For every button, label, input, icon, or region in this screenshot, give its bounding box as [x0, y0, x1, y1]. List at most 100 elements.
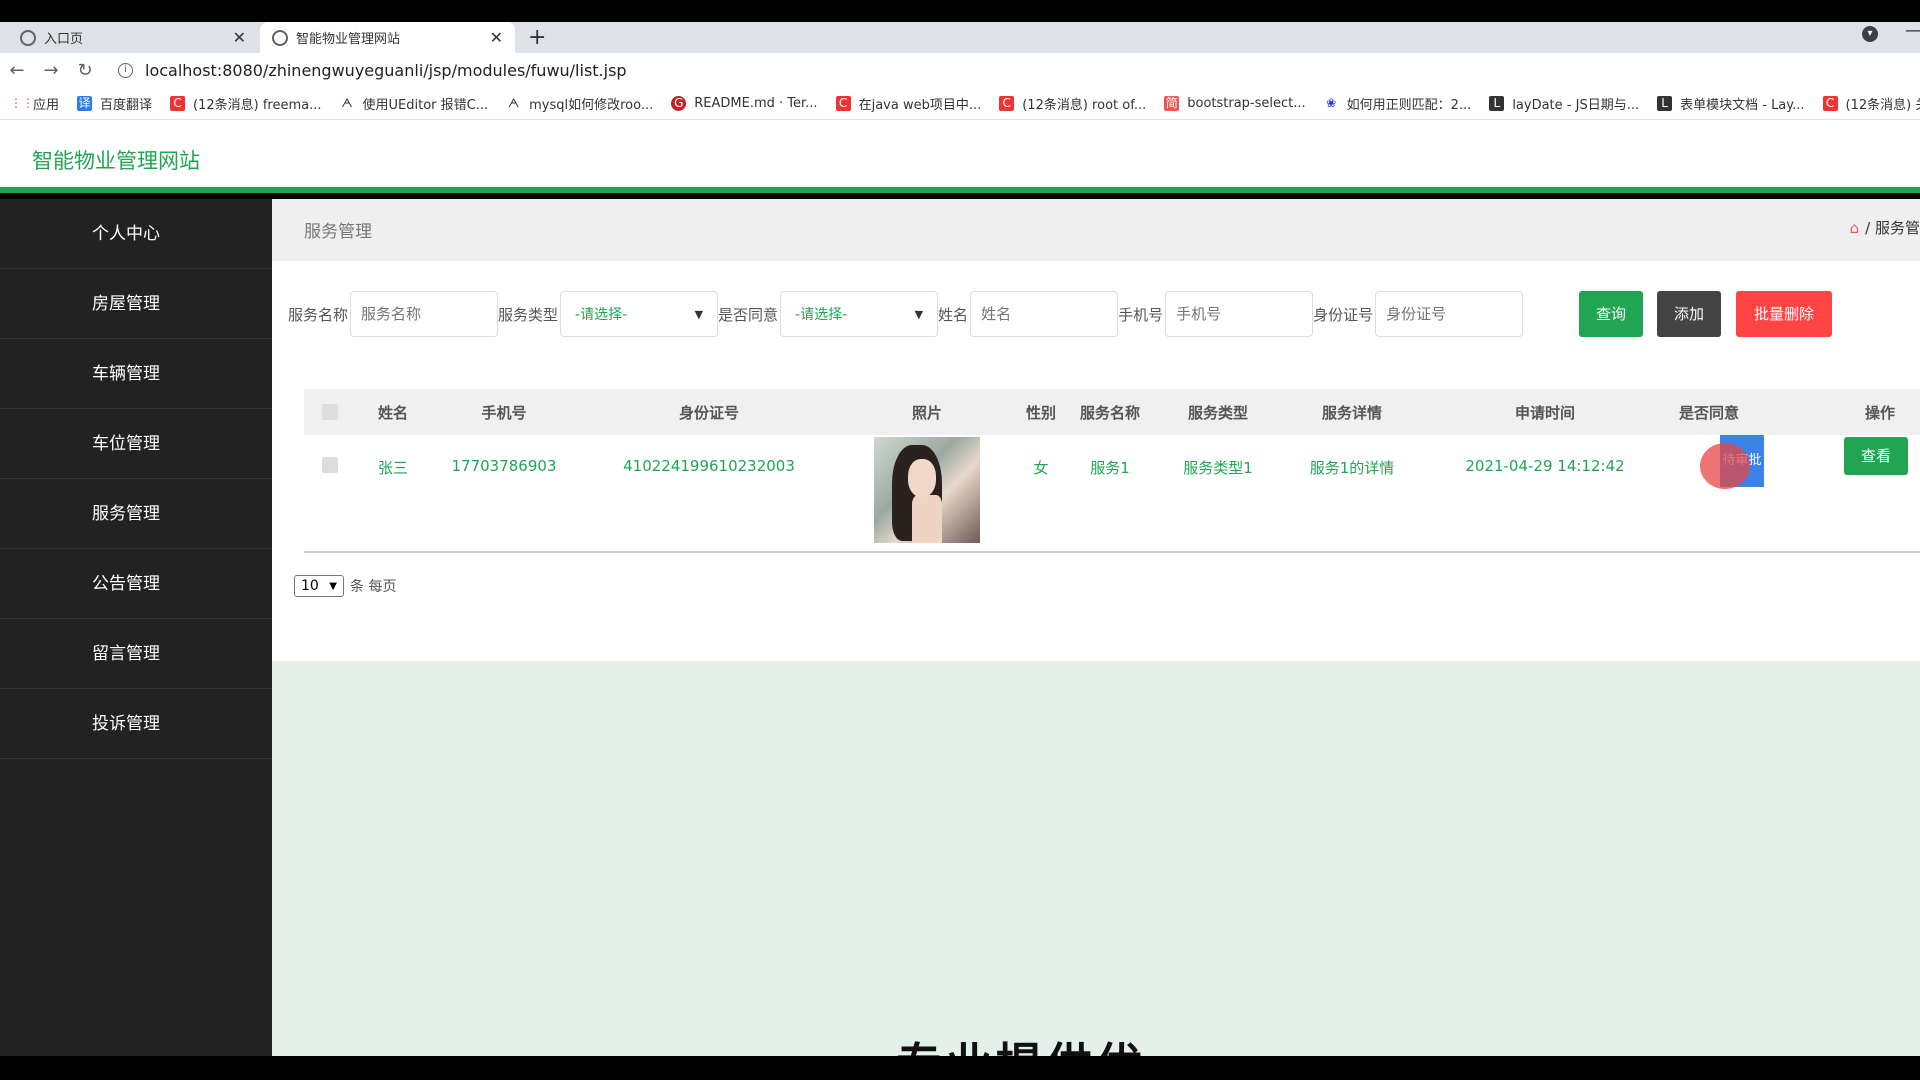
- search-filter-row: 服务名称 服务类型 -请选择-▼ 是否同意 -请选择-▼ 姓名 手机号 身份证号: [288, 291, 1524, 337]
- page-size-select[interactable]: 10 ▼: [294, 575, 344, 597]
- main-content: 服务管理 ⌂ / 服务管 服务名称 服务类型 -请选择-▼ 是否同意 -请选择-▼…: [272, 199, 1920, 1056]
- bookmark-item[interactable]: C (12条消息) root of...: [999, 94, 1146, 113]
- row-checkbox[interactable]: [322, 457, 338, 473]
- breadcrumb-bar: 服务管理 ⌂ / 服务管: [272, 199, 1920, 261]
- agree-label: 是否同意: [718, 305, 779, 324]
- idcard-input[interactable]: [1375, 291, 1524, 337]
- click-indicator: [1700, 443, 1750, 489]
- csdn-icon: C: [835, 96, 851, 111]
- browser-tab-site[interactable]: 智能物业管理网站 ✕: [260, 22, 515, 53]
- csdn-icon: C: [1822, 96, 1838, 111]
- reload-icon[interactable]: ↻: [68, 60, 102, 81]
- baidu-paw-icon: ❀: [1326, 96, 1337, 110]
- chevron-down-icon: ▼: [694, 307, 704, 321]
- cell-idcard: 410224199610232003: [623, 457, 795, 475]
- service-table: 姓名 手机号 身份证号 照片 性别 服务名称 服务类型 服务详情 申请时间 是否…: [304, 389, 1920, 553]
- csdn-icon: C: [999, 96, 1015, 111]
- service-name-input[interactable]: [350, 291, 499, 337]
- cell-photo: [874, 437, 980, 543]
- bookmark-item[interactable]: L 表单模块文档 - Lay...: [1657, 94, 1805, 113]
- column-header-photo: 照片: [911, 404, 943, 422]
- name-label: 姓名: [938, 305, 969, 324]
- column-header-agree: 是否同意: [1678, 404, 1740, 422]
- service-type-select[interactable]: -请选择- ▼: [560, 291, 719, 337]
- batch-delete-button[interactable]: 批量删除: [1736, 291, 1832, 337]
- phone-label: 手机号: [1118, 305, 1164, 324]
- link-icon: ᗅ: [341, 96, 353, 110]
- column-header-service-type: 服务类型: [1187, 404, 1249, 422]
- bookmark-item[interactable]: 译百度翻译: [77, 94, 152, 113]
- sidebar-item-house-management[interactable]: 房屋管理: [0, 269, 272, 339]
- sidebar-item-service-management[interactable]: 服务管理: [0, 479, 272, 549]
- cell-service-type: 服务类型1: [1183, 459, 1253, 477]
- doc-icon: 简: [1164, 96, 1180, 111]
- sidebar-item-notice-management[interactable]: 公告管理: [0, 549, 272, 619]
- bookmark-item[interactable]: C (12条消息) freema...: [170, 94, 322, 113]
- translate-icon: 译: [77, 96, 93, 111]
- shield-icon: [272, 29, 288, 46]
- view-button[interactable]: 查看: [1844, 437, 1908, 475]
- page-size-suffix: 条 每页: [350, 579, 397, 595]
- chevron-down-icon: ▼: [329, 580, 337, 592]
- sidebar-item-personal-center[interactable]: 个人中心: [0, 199, 272, 269]
- column-header-name: 姓名: [377, 404, 409, 422]
- column-header-gender: 性别: [1025, 404, 1057, 422]
- sidebar-item-parking-management[interactable]: 车位管理: [0, 409, 272, 479]
- tab-title: 入口页: [44, 32, 84, 47]
- bookmark-item[interactable]: ❀ 如何用正则匹配：2...: [1324, 94, 1471, 113]
- gitee-icon: G: [671, 96, 687, 111]
- column-header-service-detail: 服务详情: [1321, 404, 1383, 422]
- table-row: 张三 17703786903 410224199610232003 女 服务1 …: [304, 435, 1920, 551]
- layui-icon: L: [1657, 96, 1673, 111]
- bookmark-item[interactable]: ᗅ mysql如何修改roo...: [506, 94, 653, 113]
- bookmark-item[interactable]: ᗅ 使用UEditor 报错C...: [340, 94, 488, 113]
- column-header-actions: 操作: [1864, 404, 1896, 422]
- link-icon: ᗅ: [507, 96, 520, 110]
- sidebar-item-vehicle-management[interactable]: 车辆管理: [0, 339, 272, 409]
- close-icon[interactable]: ✕: [233, 28, 246, 47]
- column-header-phone: 手机号: [481, 404, 527, 422]
- info-icon[interactable]: i: [118, 63, 133, 78]
- new-tab-button[interactable]: +: [528, 22, 546, 53]
- cell-service-detail: 服务1的详情: [1309, 459, 1395, 477]
- cell-service-name: 服务1: [1090, 459, 1130, 477]
- add-button[interactable]: 添加: [1657, 291, 1721, 337]
- query-button[interactable]: 查询: [1579, 291, 1643, 337]
- browser-tab-entry[interactable]: 入口页 ✕: [8, 22, 258, 53]
- bookmarks-bar: ⋮⋮ 应用 译百度翻译 C (12条消息) freema... ᗅ 使用UEditor…: [0, 88, 1920, 120]
- bookmark-item[interactable]: C 在java web项目中...: [835, 94, 981, 113]
- url-field[interactable]: i localhost:8080/zhinengwuyeguanli/jsp/m…: [118, 61, 627, 80]
- browser-tab-strip: 入口页 ✕ 智能物业管理网站 ✕ +: [0, 22, 1920, 53]
- bookmark-apps[interactable]: ⋮⋮ 应用: [10, 94, 59, 113]
- forward-icon[interactable]: →: [34, 60, 68, 81]
- sidebar-item-message-management[interactable]: 留言管理: [0, 619, 272, 689]
- apps-grid-icon: ⋮⋮: [10, 96, 34, 110]
- globe-icon: [20, 29, 36, 46]
- profile-icon[interactable]: ▾: [1862, 26, 1878, 42]
- column-header-apply-time: 申请时间: [1514, 404, 1576, 422]
- bookmark-item[interactable]: LlayDate - JS日期与...: [1489, 94, 1639, 113]
- csdn-icon: C: [170, 96, 186, 111]
- sidebar-item-complaint-management[interactable]: 投诉管理: [0, 689, 272, 759]
- cell-name: 张三: [377, 459, 409, 477]
- column-header-service-name: 服务名称: [1079, 404, 1141, 422]
- site-header: 智能物业管理网站: [0, 120, 1920, 193]
- home-icon[interactable]: ⌂: [1850, 219, 1860, 237]
- name-input[interactable]: [970, 291, 1119, 337]
- chevron-down-icon: ▼: [914, 307, 924, 321]
- cell-phone: 17703786903: [451, 457, 557, 475]
- close-icon[interactable]: ✕: [490, 28, 503, 47]
- select-all-checkbox[interactable]: [322, 404, 338, 420]
- bookmark-item[interactable]: G README.md · Ter...: [671, 96, 818, 111]
- bookmark-item[interactable]: 简 bootstrap-select...: [1164, 96, 1306, 111]
- breadcrumb-text: / 服务管: [1865, 219, 1920, 237]
- idcard-label: 身份证号: [1313, 305, 1374, 324]
- agree-select[interactable]: -请选择- ▼: [780, 291, 939, 337]
- bookmark-item[interactable]: C(12条消息) 关于lay...: [1822, 94, 1920, 113]
- phone-input[interactable]: [1165, 291, 1314, 337]
- breadcrumb: ⌂ / 服务管: [1850, 217, 1920, 238]
- site-title[interactable]: 智能物业管理网站: [32, 145, 200, 175]
- tab-title: 智能物业管理网站: [296, 32, 401, 47]
- back-icon[interactable]: ←: [0, 60, 34, 81]
- minimize-icon[interactable]: —: [1905, 20, 1920, 41]
